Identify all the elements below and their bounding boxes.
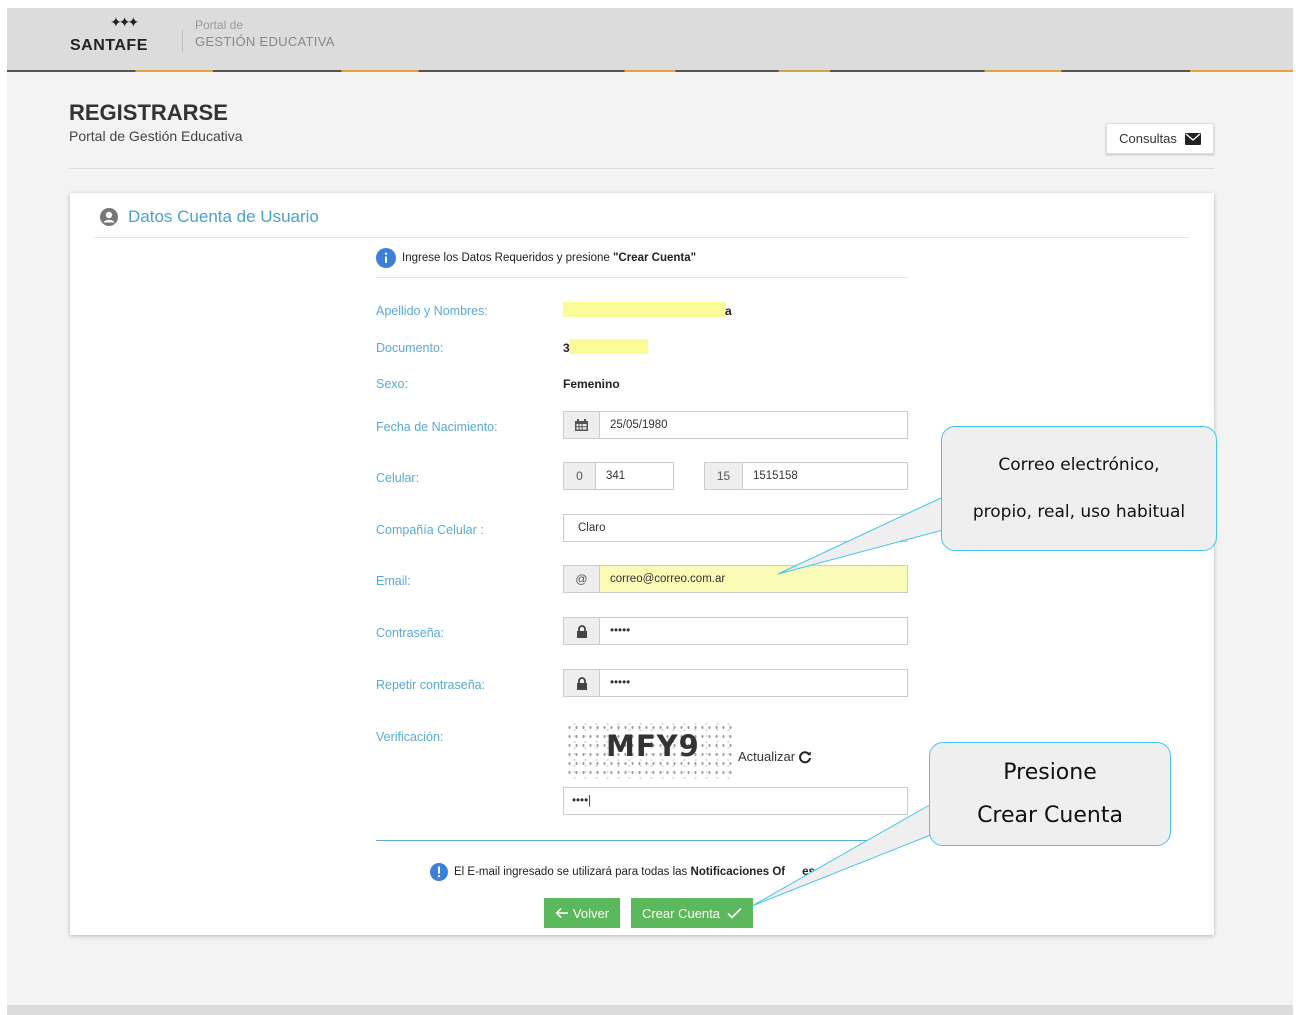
email-callout-line2: propio, real, uso habitual (972, 502, 1186, 523)
email-callout-pointer (777, 496, 944, 575)
crear-callout-line2: Crear Cuenta (977, 803, 1123, 828)
email-callout-line1: Correo electrónico, (998, 454, 1160, 475)
crear-callout: Presione Crear Cuenta (929, 742, 1171, 846)
crear-callout-pointer (751, 802, 934, 907)
crear-callout-line1: Presione (1003, 760, 1097, 785)
email-callout: Correo electrónico, propio, real, uso ha… (941, 426, 1217, 551)
